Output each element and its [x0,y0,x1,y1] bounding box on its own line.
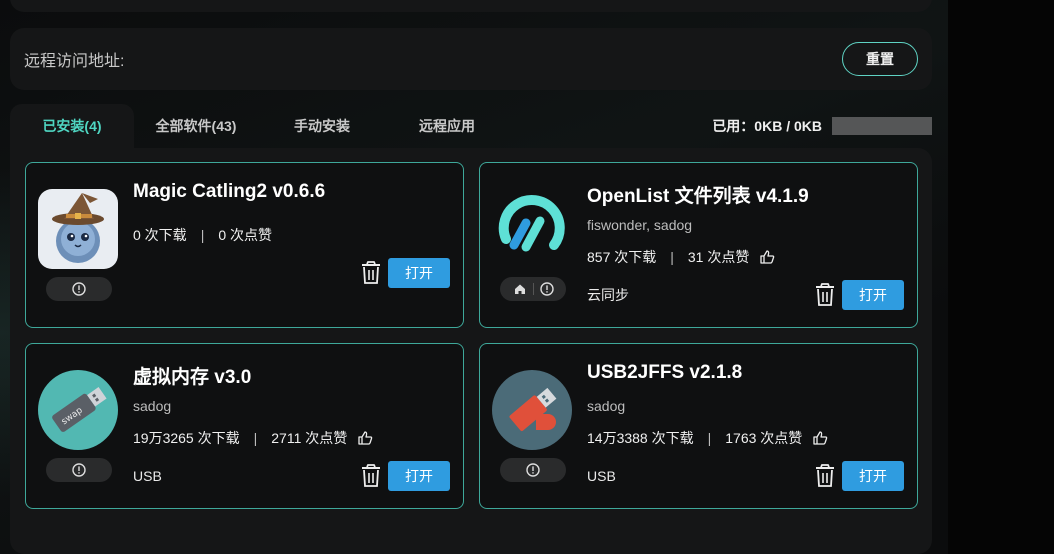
swap-usb-icon: swap [38,370,118,450]
app-stats: 14万3388 次下载 | 1763 次点赞 [587,428,828,448]
app-tag: USB [133,468,162,484]
like-count: 1763 次点赞 [725,430,803,446]
app-stats: 857 次下载 | 31 次点赞 [587,247,775,267]
download-count: 19万3265 次下载 [133,430,240,446]
top-card-partial [10,0,932,12]
app-stats: 19万3265 次下载 | 2711 次点赞 [133,428,373,448]
app-author: sadog [587,398,626,414]
status-pill[interactable] [46,458,112,482]
app-author: sadog [133,398,172,414]
thumbs-up-icon[interactable] [759,249,775,265]
app-author: fiswonder, sadog [587,217,693,233]
app-card: OpenList 文件列表 v4.1.9 fiswonder, sadog 85… [479,162,918,328]
tab-all-software[interactable]: 全部软件(43) [134,104,258,148]
home-icon[interactable] [513,282,527,296]
tab-manual-install[interactable]: 手动安装 [258,104,386,148]
open-button[interactable]: 打开 [388,258,450,288]
like-count: 0 次点赞 [218,227,273,243]
stats-divider: | [253,430,258,446]
thumbs-up-icon[interactable] [812,430,828,446]
trash-icon[interactable] [814,283,836,307]
app-tag: 云同步 [587,287,629,303]
app-card: Magic Catling2 v0.6.6 0 次下载 | 0 次点赞 打开 [25,162,464,328]
stats-divider: | [707,430,712,446]
trash-icon[interactable] [360,464,382,488]
tabs-row: 已安装(4) 全部软件(43) 手动安装 远程应用 已用：0KB / 0KB [10,104,932,148]
info-icon [526,463,540,477]
storage-usage-text: 已用：0KB / 0KB [712,118,822,134]
download-count: 14万3388 次下载 [587,430,694,446]
thumbs-up-icon[interactable] [357,430,373,446]
storage-usage: 已用：0KB / 0KB [712,116,932,136]
status-pill[interactable] [500,458,566,482]
like-count: 2711 次点赞 [271,430,348,446]
app-tag: USB [587,468,616,484]
tab-installed[interactable]: 已安装(4) [10,104,134,148]
status-pill[interactable] [500,277,566,301]
app-card: swap 虚拟内存 v3.0 sadog 19万3265 次下载 | 2711 … [25,343,464,509]
app-name: USB2JFFS v2.1.8 [587,362,743,383]
trash-icon[interactable] [360,261,382,285]
installed-apps-panel: Magic Catling2 v0.6.6 0 次下载 | 0 次点赞 打开 O… [10,148,932,554]
pill-separator [532,283,534,295]
download-count: 857 次下载 [587,249,657,265]
like-count: 31 次点赞 [687,249,750,265]
tab-remote-apps[interactable]: 远程应用 [386,104,508,148]
status-pill[interactable] [46,277,112,301]
storage-usage-bar [832,117,932,135]
app-name: OpenList 文件列表 v4.1.9 [587,186,809,207]
stats-divider: | [670,249,674,265]
stats-divider: | [200,227,205,243]
info-icon [539,282,554,296]
app-name: 虚拟内存 v3.0 [133,367,252,388]
usb-drive-icon [492,370,572,450]
download-count: 0 次下载 [133,227,187,243]
open-button[interactable]: 打开 [842,461,904,491]
app-stats: 0 次下载 | 0 次点赞 [133,225,272,245]
app-name: Magic Catling2 v0.6.6 [133,181,326,202]
right-edge-strip [948,0,1054,554]
openlist-logo-icon [492,189,572,269]
remote-access-bar: 远程访问地址: 重置 [10,28,932,90]
reset-button[interactable]: 重置 [842,42,918,76]
open-button[interactable]: 打开 [842,280,904,310]
wizard-cat-icon [38,189,118,269]
info-icon [72,463,86,477]
app-card: USB2JFFS v2.1.8 sadog 14万3388 次下载 | 1763… [479,343,918,509]
info-icon [72,282,86,296]
trash-icon[interactable] [814,464,836,488]
open-button[interactable]: 打开 [388,461,450,491]
remote-access-label: 远程访问地址: [24,53,125,70]
